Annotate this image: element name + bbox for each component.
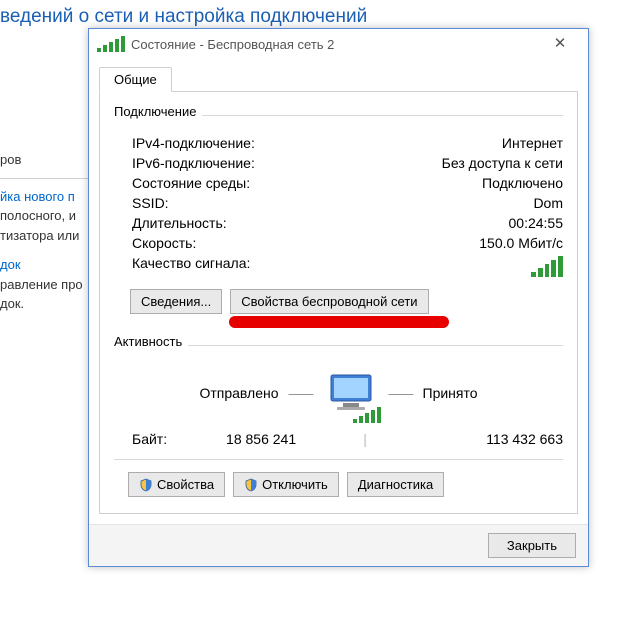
bytes-label: Байт:	[132, 431, 167, 447]
shield-icon	[244, 478, 258, 492]
ssid-value: Dom	[533, 195, 563, 211]
speed-label: Скорость:	[132, 235, 196, 251]
ipv6-value: Без доступа к сети	[442, 155, 563, 171]
ssid-label: SSID:	[132, 195, 169, 211]
speed-value: 150.0 Мбит/с	[479, 235, 563, 251]
close-icon[interactable]: ✕	[540, 34, 580, 54]
disable-button-label: Отключить	[262, 477, 328, 492]
duration-value: 00:24:55	[509, 215, 564, 231]
computer-icon	[323, 371, 379, 415]
annotation-highlight	[229, 316, 449, 328]
bytes-sent-value: 18 856 241	[167, 431, 355, 447]
ipv4-label: IPv4-подключение:	[132, 135, 255, 151]
wireless-properties-button[interactable]: Свойства беспроводной сети	[230, 289, 428, 314]
signal-icon	[353, 407, 381, 423]
dialog-footer: Закрыть	[89, 524, 588, 566]
duration-label: Длительность:	[132, 215, 227, 231]
divider: ——	[389, 386, 413, 401]
ipv4-value: Интернет	[502, 135, 563, 151]
sent-label: Отправлено	[199, 385, 278, 401]
group-activity: Активность	[114, 334, 182, 349]
close-button[interactable]: Закрыть	[488, 533, 576, 558]
details-button[interactable]: Сведения...	[130, 289, 222, 314]
signal-quality-icon	[531, 255, 563, 277]
properties-button-label: Свойства	[157, 477, 214, 492]
shield-icon	[139, 478, 153, 492]
tab-panel: Подключение IPv4-подключение: Интернет IP…	[99, 91, 578, 514]
divider: |	[355, 431, 375, 447]
received-label: Принято	[423, 385, 478, 401]
media-value: Подключено	[482, 175, 563, 191]
tab-bar: Общие	[89, 63, 588, 91]
bytes-received-value: 113 432 663	[375, 431, 563, 447]
media-label: Состояние среды:	[132, 175, 250, 191]
properties-button[interactable]: Свойства	[128, 472, 225, 497]
divider	[202, 115, 563, 116]
ipv6-label: IPv6-подключение:	[132, 155, 255, 171]
signal-icon	[97, 36, 125, 52]
status-dialog: Состояние - Беспроводная сеть 2 ✕ Общие …	[88, 28, 589, 567]
tab-general[interactable]: Общие	[99, 67, 172, 92]
signal-quality-label: Качество сигнала:	[132, 255, 250, 277]
group-connection: Подключение	[114, 104, 196, 119]
diagnostics-button[interactable]: Диагностика	[347, 472, 444, 497]
divider: ——	[289, 386, 313, 401]
dialog-title: Состояние - Беспроводная сеть 2	[131, 37, 334, 52]
divider	[188, 345, 563, 346]
titlebar[interactable]: Состояние - Беспроводная сеть 2 ✕	[89, 29, 588, 59]
disable-button[interactable]: Отключить	[233, 472, 339, 497]
